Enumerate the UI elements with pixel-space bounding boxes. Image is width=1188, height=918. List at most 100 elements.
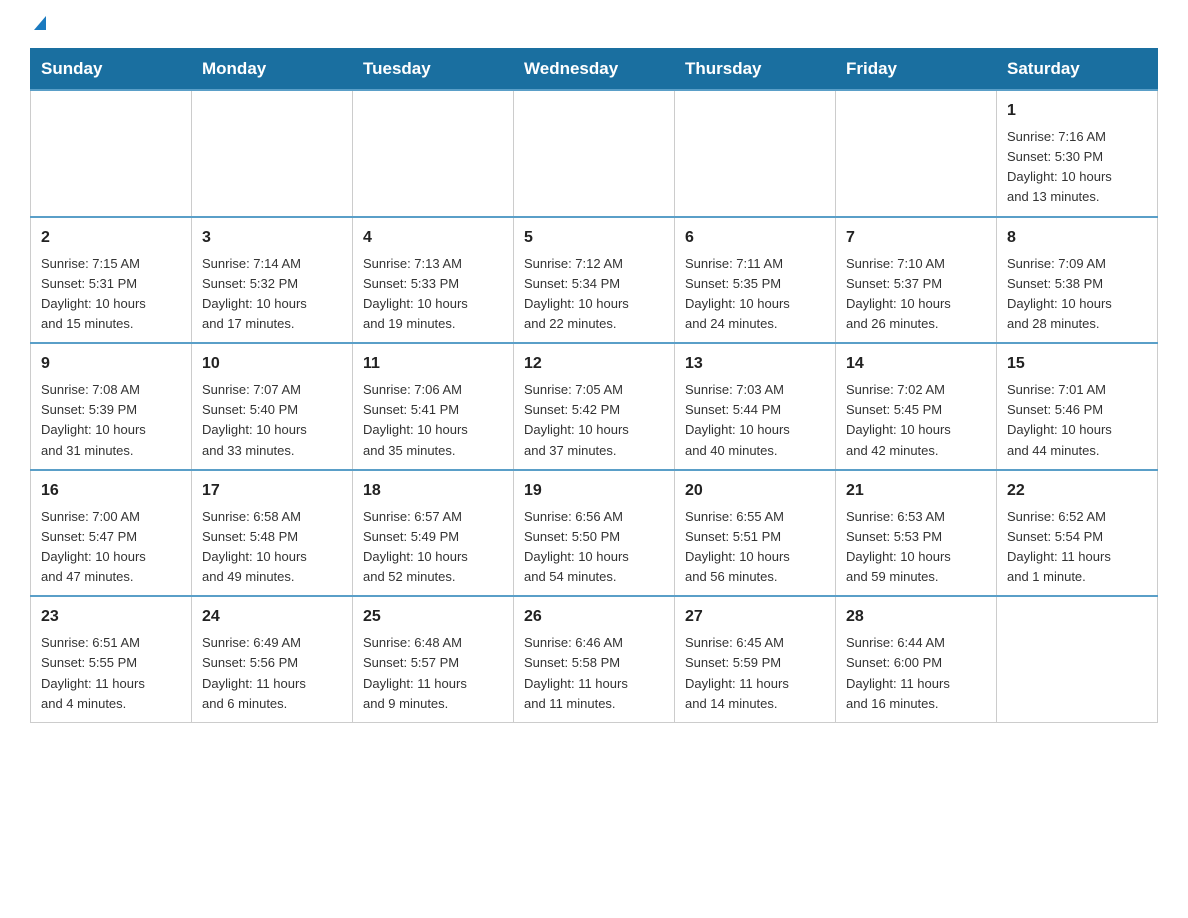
day-number: 1 bbox=[1007, 99, 1147, 123]
day-number: 25 bbox=[363, 605, 503, 629]
logo bbox=[30, 20, 46, 28]
day-info: Sunrise: 7:00 AMSunset: 5:47 PMDaylight:… bbox=[41, 507, 181, 588]
day-number: 26 bbox=[524, 605, 664, 629]
calendar-cell: 28 Sunrise: 6:44 AMSunset: 6:00 PMDayligh… bbox=[836, 596, 997, 722]
day-number: 19 bbox=[524, 479, 664, 503]
day-number: 5 bbox=[524, 226, 664, 250]
day-number: 3 bbox=[202, 226, 342, 250]
day-info: Sunrise: 6:44 AMSunset: 6:00 PMDaylight:… bbox=[846, 633, 986, 714]
day-of-week-header: Wednesday bbox=[514, 49, 675, 91]
day-number: 12 bbox=[524, 352, 664, 376]
day-number: 18 bbox=[363, 479, 503, 503]
day-number: 13 bbox=[685, 352, 825, 376]
day-number: 4 bbox=[363, 226, 503, 250]
calendar-cell bbox=[514, 90, 675, 217]
day-info: Sunrise: 7:05 AMSunset: 5:42 PMDaylight:… bbox=[524, 380, 664, 461]
calendar-cell: 27Sunrise: 6:45 AMSunset: 5:59 PMDayligh… bbox=[675, 596, 836, 722]
day-number: 28 bbox=[846, 605, 986, 629]
day-number: 2 bbox=[41, 226, 181, 250]
day-info: Sunrise: 7:09 AMSunset: 5:38 PMDaylight:… bbox=[1007, 254, 1147, 335]
day-number: 9 bbox=[41, 352, 181, 376]
week-row: 2 Sunrise: 7:15 AMSunset: 5:31 PMDaylight… bbox=[31, 217, 1158, 344]
day-info: Sunrise: 7:16 AMSunset: 5:30 PMDaylight:… bbox=[1007, 127, 1147, 208]
day-info: Sunrise: 6:45 AMSunset: 5:59 PMDaylight:… bbox=[685, 633, 825, 714]
day-number: 20 bbox=[685, 479, 825, 503]
calendar-cell: 21Sunrise: 6:53 AMSunset: 5:53 PMDayligh… bbox=[836, 470, 997, 597]
calendar-cell: 5 Sunrise: 7:12 AMSunset: 5:34 PMDaylight… bbox=[514, 217, 675, 344]
calendar-cell bbox=[192, 90, 353, 217]
calendar-cell: 18 Sunrise: 6:57 AMSunset: 5:49 PMDayligh… bbox=[353, 470, 514, 597]
day-number: 24 bbox=[202, 605, 342, 629]
day-number: 16 bbox=[41, 479, 181, 503]
calendar-table: SundayMondayTuesdayWednesdayThursdayFrid… bbox=[30, 48, 1158, 723]
day-info: Sunrise: 6:52 AMSunset: 5:54 PMDaylight:… bbox=[1007, 507, 1147, 588]
day-number: 10 bbox=[202, 352, 342, 376]
day-info: Sunrise: 6:57 AMSunset: 5:49 PMDaylight:… bbox=[363, 507, 503, 588]
calendar-cell: 16 Sunrise: 7:00 AMSunset: 5:47 PMDayligh… bbox=[31, 470, 192, 597]
day-of-week-header: Tuesday bbox=[353, 49, 514, 91]
day-info: Sunrise: 7:06 AMSunset: 5:41 PMDaylight:… bbox=[363, 380, 503, 461]
week-row: 1 Sunrise: 7:16 AMSunset: 5:30 PMDaylight… bbox=[31, 90, 1158, 217]
calendar-cell: 6 Sunrise: 7:11 AMSunset: 5:35 PMDaylight… bbox=[675, 217, 836, 344]
calendar-cell: 2 Sunrise: 7:15 AMSunset: 5:31 PMDaylight… bbox=[31, 217, 192, 344]
calendar-cell: 1 Sunrise: 7:16 AMSunset: 5:30 PMDaylight… bbox=[997, 90, 1158, 217]
day-of-week-header: Thursday bbox=[675, 49, 836, 91]
calendar-cell bbox=[675, 90, 836, 217]
day-number: 14 bbox=[846, 352, 986, 376]
calendar-cell: 19 Sunrise: 6:56 AMSunset: 5:50 PMDayligh… bbox=[514, 470, 675, 597]
day-info: Sunrise: 7:07 AMSunset: 5:40 PMDaylight:… bbox=[202, 380, 342, 461]
calendar-cell: 12 Sunrise: 7:05 AMSunset: 5:42 PMDayligh… bbox=[514, 343, 675, 470]
day-info: Sunrise: 7:15 AMSunset: 5:31 PMDaylight:… bbox=[41, 254, 181, 335]
day-number: 6 bbox=[685, 226, 825, 250]
day-info: Sunrise: 7:10 AMSunset: 5:37 PMDaylight:… bbox=[846, 254, 986, 335]
calendar-cell: 4Sunrise: 7:13 AMSunset: 5:33 PMDaylight… bbox=[353, 217, 514, 344]
day-info: Sunrise: 6:56 AMSunset: 5:50 PMDaylight:… bbox=[524, 507, 664, 588]
calendar-cell: 17Sunrise: 6:58 AMSunset: 5:48 PMDayligh… bbox=[192, 470, 353, 597]
day-number: 15 bbox=[1007, 352, 1147, 376]
day-of-week-header: Friday bbox=[836, 49, 997, 91]
page-header bbox=[30, 20, 1158, 28]
week-row: 23Sunrise: 6:51 AMSunset: 5:55 PMDayligh… bbox=[31, 596, 1158, 722]
calendar-cell: 26 Sunrise: 6:46 AMSunset: 5:58 PMDayligh… bbox=[514, 596, 675, 722]
calendar-cell: 25 Sunrise: 6:48 AMSunset: 5:57 PMDayligh… bbox=[353, 596, 514, 722]
calendar-cell: 13 Sunrise: 7:03 AMSunset: 5:44 PMDayligh… bbox=[675, 343, 836, 470]
calendar-cell bbox=[836, 90, 997, 217]
day-info: Sunrise: 7:03 AMSunset: 5:44 PMDaylight:… bbox=[685, 380, 825, 461]
day-number: 11 bbox=[363, 352, 503, 376]
day-number: 7 bbox=[846, 226, 986, 250]
day-of-week-header: Saturday bbox=[997, 49, 1158, 91]
calendar-header-row: SundayMondayTuesdayWednesdayThursdayFrid… bbox=[31, 49, 1158, 91]
calendar-cell: 10 Sunrise: 7:07 AMSunset: 5:40 PMDayligh… bbox=[192, 343, 353, 470]
calendar-cell: 24 Sunrise: 6:49 AMSunset: 5:56 PMDayligh… bbox=[192, 596, 353, 722]
week-row: 9Sunrise: 7:08 AMSunset: 5:39 PMDaylight… bbox=[31, 343, 1158, 470]
calendar-cell bbox=[31, 90, 192, 217]
calendar-cell: 3 Sunrise: 7:14 AMSunset: 5:32 PMDaylight… bbox=[192, 217, 353, 344]
week-row: 16 Sunrise: 7:00 AMSunset: 5:47 PMDayligh… bbox=[31, 470, 1158, 597]
day-info: Sunrise: 6:49 AMSunset: 5:56 PMDaylight:… bbox=[202, 633, 342, 714]
calendar-cell: 8Sunrise: 7:09 AMSunset: 5:38 PMDaylight… bbox=[997, 217, 1158, 344]
calendar-cell: 20 Sunrise: 6:55 AMSunset: 5:51 PMDayligh… bbox=[675, 470, 836, 597]
day-info: Sunrise: 6:58 AMSunset: 5:48 PMDaylight:… bbox=[202, 507, 342, 588]
day-number: 23 bbox=[41, 605, 181, 629]
day-info: Sunrise: 6:53 AMSunset: 5:53 PMDaylight:… bbox=[846, 507, 986, 588]
calendar-cell: 9Sunrise: 7:08 AMSunset: 5:39 PMDaylight… bbox=[31, 343, 192, 470]
day-of-week-header: Monday bbox=[192, 49, 353, 91]
calendar-cell: 11 Sunrise: 7:06 AMSunset: 5:41 PMDayligh… bbox=[353, 343, 514, 470]
day-info: Sunrise: 6:55 AMSunset: 5:51 PMDaylight:… bbox=[685, 507, 825, 588]
calendar-cell: 23Sunrise: 6:51 AMSunset: 5:55 PMDayligh… bbox=[31, 596, 192, 722]
calendar-cell: 7 Sunrise: 7:10 AMSunset: 5:37 PMDaylight… bbox=[836, 217, 997, 344]
day-info: Sunrise: 7:02 AMSunset: 5:45 PMDaylight:… bbox=[846, 380, 986, 461]
day-info: Sunrise: 6:46 AMSunset: 5:58 PMDaylight:… bbox=[524, 633, 664, 714]
day-info: Sunrise: 6:48 AMSunset: 5:57 PMDaylight:… bbox=[363, 633, 503, 714]
calendar-cell: 14 Sunrise: 7:02 AMSunset: 5:45 PMDayligh… bbox=[836, 343, 997, 470]
day-info: Sunrise: 7:14 AMSunset: 5:32 PMDaylight:… bbox=[202, 254, 342, 335]
calendar-cell bbox=[353, 90, 514, 217]
logo-general-row bbox=[30, 20, 46, 34]
day-of-week-header: Sunday bbox=[31, 49, 192, 91]
day-number: 22 bbox=[1007, 479, 1147, 503]
calendar-cell: 15Sunrise: 7:01 AMSunset: 5:46 PMDayligh… bbox=[997, 343, 1158, 470]
day-info: Sunrise: 7:12 AMSunset: 5:34 PMDaylight:… bbox=[524, 254, 664, 335]
logo-triangle-icon bbox=[34, 16, 46, 30]
day-info: Sunrise: 7:11 AMSunset: 5:35 PMDaylight:… bbox=[685, 254, 825, 335]
calendar-cell bbox=[997, 596, 1158, 722]
